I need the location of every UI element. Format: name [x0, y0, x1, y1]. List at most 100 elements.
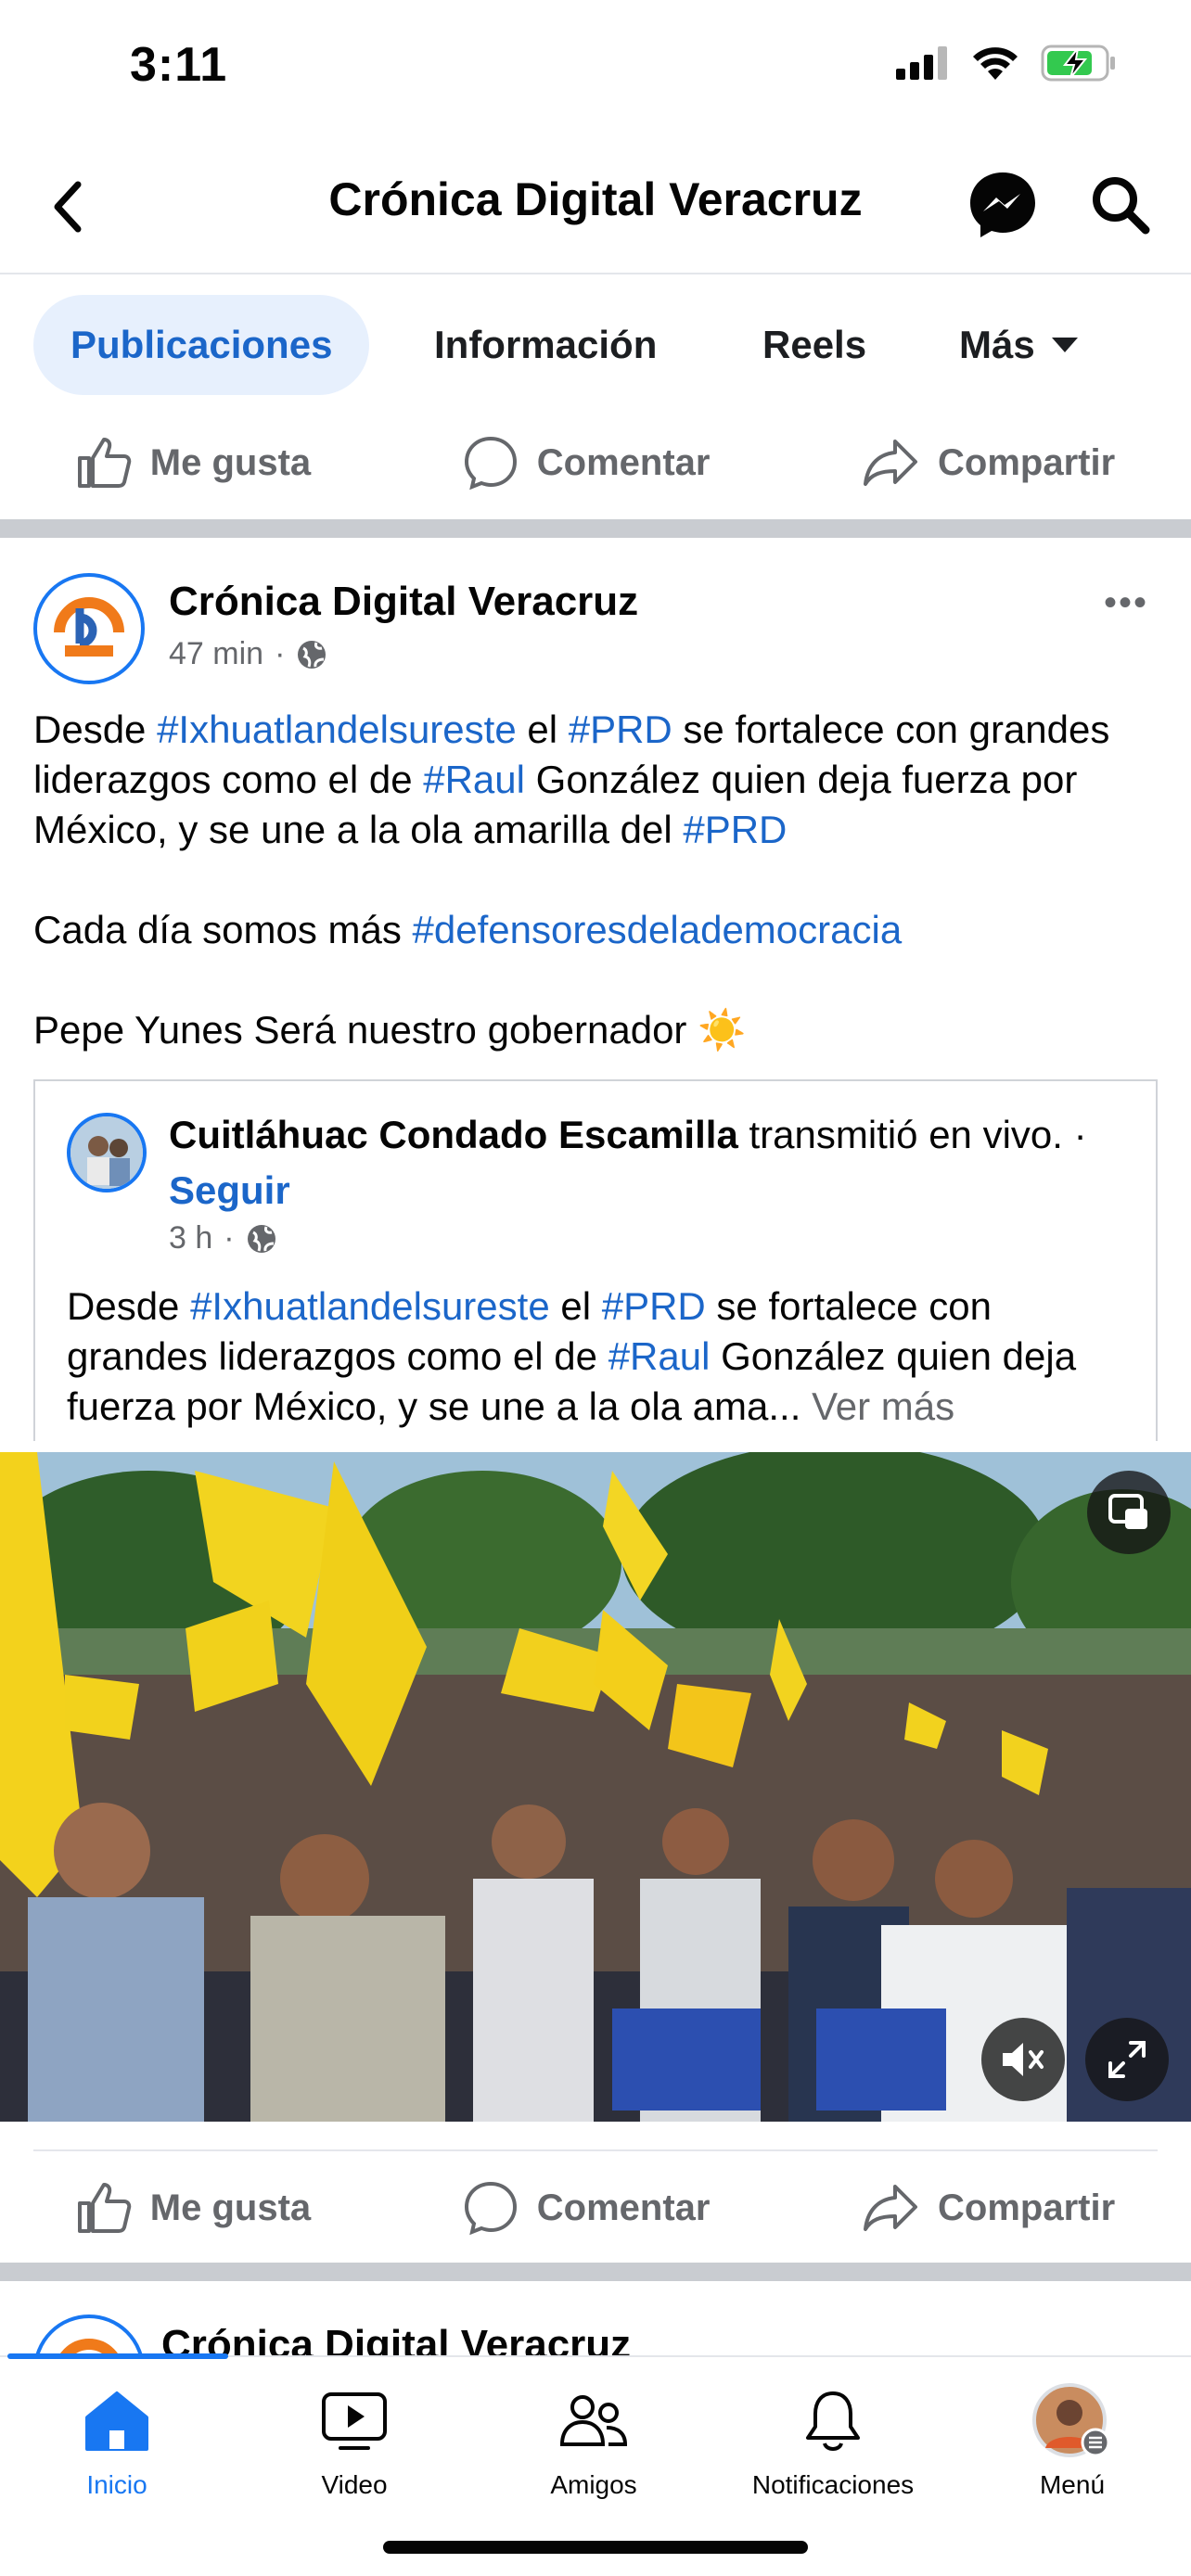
comment-button[interactable]: Comentar	[463, 2180, 711, 2236]
tab-reels[interactable]: Reels	[762, 295, 866, 395]
share-label: Compartir	[938, 441, 1116, 483]
globe-icon	[298, 640, 327, 669]
hashtag-link[interactable]: #PRD	[683, 808, 787, 851]
post-meta: 47 min ·	[169, 636, 327, 672]
feed-separator	[0, 519, 1191, 538]
home-icon	[85, 2391, 148, 2451]
avatar-photo	[70, 1116, 143, 1189]
shared-header: Cuitláhuac Condado Escamilla transmitió …	[169, 1107, 1133, 1218]
like-button[interactable]: Me gusta	[76, 436, 311, 490]
shared-time: 3 h	[169, 1220, 213, 1256]
page-avatar[interactable]	[33, 573, 145, 684]
share-label: Compartir	[938, 2187, 1116, 2228]
expand-icon	[1108, 2041, 1146, 2078]
battery-charging-icon	[1041, 45, 1115, 82]
status-bar: 3:11	[0, 0, 1191, 130]
post-paragraph: Pepe Yunes Será nuestro gobernador ☀️	[33, 1005, 1165, 1055]
nav-amigos[interactable]: Amigos	[482, 2381, 705, 2500]
tab-publicaciones[interactable]: Publicaciones	[33, 295, 370, 395]
hashtag-link[interactable]: #Ixhuatlandelsureste	[190, 1284, 550, 1328]
dot-separator: ·	[224, 1220, 235, 1256]
muted-speaker-icon	[1003, 2043, 1044, 2076]
comment-icon	[464, 2181, 517, 2236]
post-text-span: el	[549, 1284, 602, 1328]
page-logo	[43, 582, 135, 675]
hashtag-link[interactable]: #PRD	[569, 708, 672, 751]
post-text: Desde #Ixhuatlandelsureste el #PRD se fo…	[33, 705, 1165, 1105]
comment-icon	[464, 436, 517, 491]
picture-in-picture-button[interactable]	[1087, 1471, 1171, 1554]
post-paragraph: Desde #Ixhuatlandelsureste el #PRD se fo…	[33, 705, 1165, 855]
share-button[interactable]: Compartir	[862, 438, 1115, 488]
nav-label: Notificaciones	[751, 2470, 915, 2499]
live-video-player[interactable]	[0, 1452, 1191, 2122]
more-options-button[interactable]: •••	[1104, 582, 1148, 624]
nav-label: Amigos	[550, 2470, 637, 2499]
tab-informacion[interactable]: Información	[434, 295, 657, 395]
pip-icon	[1108, 1494, 1147, 1529]
feed-separator	[0, 2263, 1191, 2281]
hashtag-link[interactable]: #Raul	[608, 1334, 711, 1378]
sun-emoji: ☀️	[698, 1008, 747, 1052]
caret-down-icon	[1051, 338, 1078, 352]
status-icons	[896, 45, 1117, 82]
tab-mas[interactable]: Más	[959, 295, 1078, 395]
hashtag-link[interactable]: #defensoresdelademocracia	[413, 908, 903, 951]
search-button[interactable]	[1090, 174, 1155, 239]
tab-label: Información	[434, 323, 658, 366]
nav-inicio[interactable]: Inicio	[6, 2381, 228, 2500]
shared-meta: 3 h ·	[169, 1220, 277, 1256]
bell-icon	[806, 2391, 860, 2451]
comment-label: Comentar	[536, 2187, 711, 2228]
tab-label: Publicaciones	[70, 323, 333, 366]
tab-label: Reels	[762, 323, 867, 366]
nav-label: Inicio	[86, 2470, 147, 2499]
home-indicator	[383, 2541, 808, 2554]
see-more-link[interactable]: Ver más	[800, 1384, 954, 1428]
nav-label: Menú	[1039, 2470, 1106, 2499]
signal-icon	[896, 46, 947, 80]
status-time: 3:11	[130, 38, 228, 92]
hashtag-link[interactable]: #Raul	[423, 758, 525, 801]
post-text-span: Cada día somos más	[33, 908, 413, 951]
post-paragraph: Cada día somos más #defensoresdelademocr…	[33, 905, 1165, 955]
like-label: Me gusta	[149, 441, 312, 483]
comment-button[interactable]: Comentar	[463, 435, 710, 491]
active-tab-indicator	[7, 2353, 228, 2359]
page-header: Crónica Digital Veracruz	[0, 139, 1191, 274]
unmute-button[interactable]	[981, 2018, 1065, 2101]
shared-author-avatar[interactable]	[67, 1113, 147, 1192]
post-time: 47 min	[169, 636, 264, 671]
shared-action: transmitió en vivo. ·	[737, 1113, 1087, 1156]
nav-notificaciones[interactable]: Notificaciones	[722, 2381, 944, 2500]
messenger-button[interactable]	[967, 169, 1039, 241]
dot-separator: ·	[275, 636, 286, 671]
nav-label: Video	[321, 2470, 388, 2499]
friends-icon	[559, 2395, 628, 2446]
like-button[interactable]: Me gusta	[76, 2181, 311, 2235]
video-icon	[322, 2392, 387, 2450]
post-text-span: Pepe Yunes Será nuestro gobernador	[33, 1008, 698, 1052]
shared-post-card[interactable]: Cuitláhuac Condado Escamilla transmitió …	[33, 1079, 1158, 1441]
tab-label: Más	[959, 323, 1035, 366]
thumbs-up-icon	[77, 438, 132, 488]
menu-avatar	[1032, 2383, 1110, 2457]
post-author[interactable]: Crónica Digital Veracruz	[169, 579, 638, 625]
hashtag-link[interactable]: #PRD	[602, 1284, 706, 1328]
post-divider	[33, 2149, 1158, 2151]
share-button[interactable]: Compartir	[862, 2183, 1115, 2233]
post-text-span: Desde	[67, 1284, 191, 1328]
nav-menu[interactable]: Menú	[961, 2381, 1184, 2500]
shared-author[interactable]: Cuitláhuac Condado Escamilla	[169, 1113, 738, 1156]
share-icon	[864, 440, 918, 486]
search-icon	[1093, 177, 1150, 235]
follow-button[interactable]: Seguir	[169, 1168, 290, 1212]
shared-text: Desde #Ixhuatlandelsureste el #PRD se fo…	[67, 1282, 1143, 1432]
post-actions: Me gusta Comentar Compartir	[0, 2157, 1191, 2259]
profile-tabs: Publicaciones Información Reels Más	[0, 295, 1191, 399]
nav-video[interactable]: Video	[243, 2381, 466, 2500]
post-text-span: el	[516, 708, 569, 751]
fullscreen-button[interactable]	[1085, 2018, 1169, 2101]
thumbs-up-icon	[77, 2183, 132, 2233]
hashtag-link[interactable]: #Ixhuatlandelsureste	[157, 708, 517, 751]
